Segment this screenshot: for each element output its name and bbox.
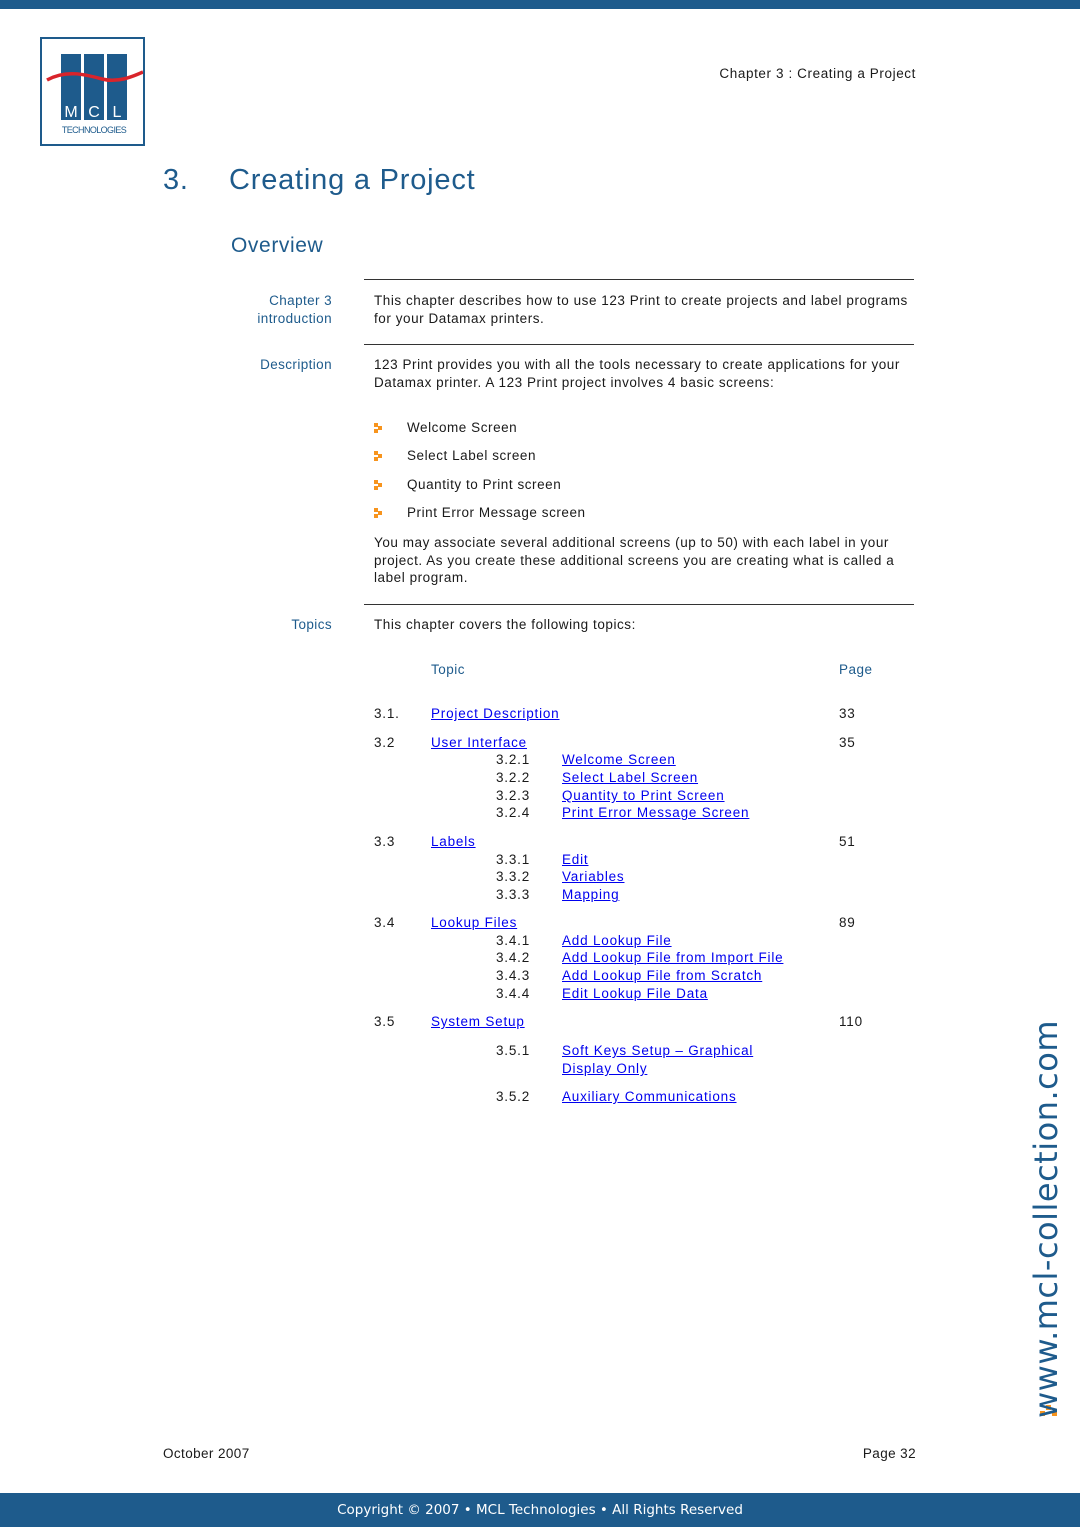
divider [364, 279, 914, 280]
divider [364, 604, 914, 605]
toc-section-link[interactable]: Lookup Files [431, 915, 517, 930]
toc-section-number: 3.5 [374, 1014, 396, 1029]
description-text-2: You may associate several additional scr… [374, 535, 895, 586]
toc-subsection-link[interactable]: Welcome Screen [562, 752, 676, 767]
toc-subsection-link[interactable]: Display Only [562, 1061, 647, 1076]
toc-section-number: 3.1. [374, 706, 400, 721]
side-label-description: Description [260, 357, 332, 372]
toc-subsection-link[interactable]: Quantity to Print Screen [562, 788, 725, 803]
toc-subsection-number: 3.2.1 [496, 752, 531, 767]
toc-page-number: 51 [839, 834, 856, 849]
toc-subsection-number: 3.4.2 [496, 950, 531, 965]
topics-text: This chapter covers the following topics… [374, 617, 636, 632]
toc-header-topic: Topic [431, 662, 466, 677]
toc-subsection-number: 3.3.2 [496, 869, 531, 884]
chapter-title: 3. Creating a Project [163, 164, 476, 197]
toc-subsection-link[interactable]: Variables [562, 869, 624, 884]
bullet-text: Select Label screen [407, 448, 537, 463]
bullet-text: Print Error Message screen [407, 505, 586, 520]
toc-subsection-number: 3.5.1 [496, 1043, 531, 1058]
copyright-bar: Copyright © 2007 • MCL Technologies • Al… [0, 1493, 1080, 1527]
toc-subsection-link[interactable]: Soft Keys Setup – Graphical [562, 1043, 753, 1058]
toc-page-number: 35 [839, 735, 856, 750]
logo-letter-m: M [64, 104, 77, 121]
footer-date: October 2007 [163, 1446, 250, 1461]
toc-subsection-link[interactable]: Add Lookup File from Scratch [562, 968, 762, 983]
toc-subsection-link[interactable]: Print Error Message Screen [562, 805, 749, 820]
chapter-number: 3. [163, 164, 189, 196]
toc-subsection-number: 3.3.1 [496, 852, 531, 867]
top-banner-bar [0, 0, 1080, 9]
toc-subsection-link[interactable]: Select Label Screen [562, 770, 698, 785]
logo-letter-l: L [113, 104, 122, 121]
bullet-arrow-icon [374, 480, 382, 490]
bullet-arrow-icon [374, 508, 382, 518]
footer-page-number: Page 32 [862, 1446, 916, 1461]
toc-section-number: 3.4 [374, 915, 396, 930]
side-label-intro: Chapter 3 introduction [257, 292, 332, 328]
copyright-text: Copyright © 2007 • MCL Technologies • Al… [337, 1502, 743, 1518]
toc-page-number: 110 [839, 1014, 863, 1029]
intro-text: This chapter describes how to use 123 Pr… [374, 293, 908, 326]
bullet-text: Quantity to Print screen [407, 477, 562, 492]
bullet-arrow-icon [374, 423, 382, 433]
toc-page-number: 89 [839, 915, 856, 930]
toc-subsection-number: 3.3.3 [496, 887, 531, 902]
toc-subsection-number: 3.5.2 [496, 1089, 531, 1104]
toc-page-number: 33 [839, 706, 856, 721]
chapter-title-text: Creating a Project [229, 164, 476, 196]
side-label-line: Chapter 3 [269, 293, 332, 308]
toc-subsection-number: 3.2.2 [496, 770, 531, 785]
section-title: Overview [231, 234, 324, 257]
side-label-line: introduction [257, 311, 332, 326]
toc-section-link[interactable]: System Setup [431, 1014, 525, 1029]
toc-section-number: 3.3 [374, 834, 396, 849]
toc-subsection-number: 3.4.1 [496, 933, 531, 948]
toc-subsection-link[interactable]: Add Lookup File [562, 933, 672, 948]
bullet-text: Welcome Screen [407, 420, 518, 435]
logo-letter-c: C [88, 104, 100, 121]
toc-subsection-link[interactable]: Edit [562, 852, 588, 867]
watermark-url: www.mcl-collection.com [1027, 1020, 1065, 1418]
bullet-arrow-icon [374, 451, 382, 461]
logo-subtitle: TECHNOLOGIES [62, 125, 127, 135]
toc-header-page: Page [839, 662, 873, 677]
side-label-topics: Topics [291, 617, 332, 632]
divider [364, 344, 914, 345]
toc-section-number: 3.2 [374, 735, 396, 750]
toc-subsection-link[interactable]: Auxiliary Communications [562, 1089, 737, 1104]
description-text: 123 Print provides you with all the tool… [374, 357, 900, 390]
toc-subsection-link[interactable]: Mapping [562, 887, 619, 902]
toc-subsection-number: 3.4.4 [496, 986, 531, 1001]
toc-subsection-number: 3.2.3 [496, 788, 531, 803]
toc-subsection-link[interactable]: Add Lookup File from Import File [562, 950, 783, 965]
mcl-logo: M C L TECHNOLOGIES [40, 37, 145, 146]
toc-section-link[interactable]: Project Description [431, 706, 560, 721]
toc-section-link[interactable]: User Interface [431, 735, 527, 750]
running-head: Chapter 3 : Creating a Project [719, 66, 916, 81]
toc-section-link[interactable]: Labels [431, 834, 476, 849]
toc-subsection-link[interactable]: Edit Lookup File Data [562, 986, 708, 1001]
toc-subsection-number: 3.4.3 [496, 968, 531, 983]
toc-subsection-number: 3.2.4 [496, 805, 531, 820]
